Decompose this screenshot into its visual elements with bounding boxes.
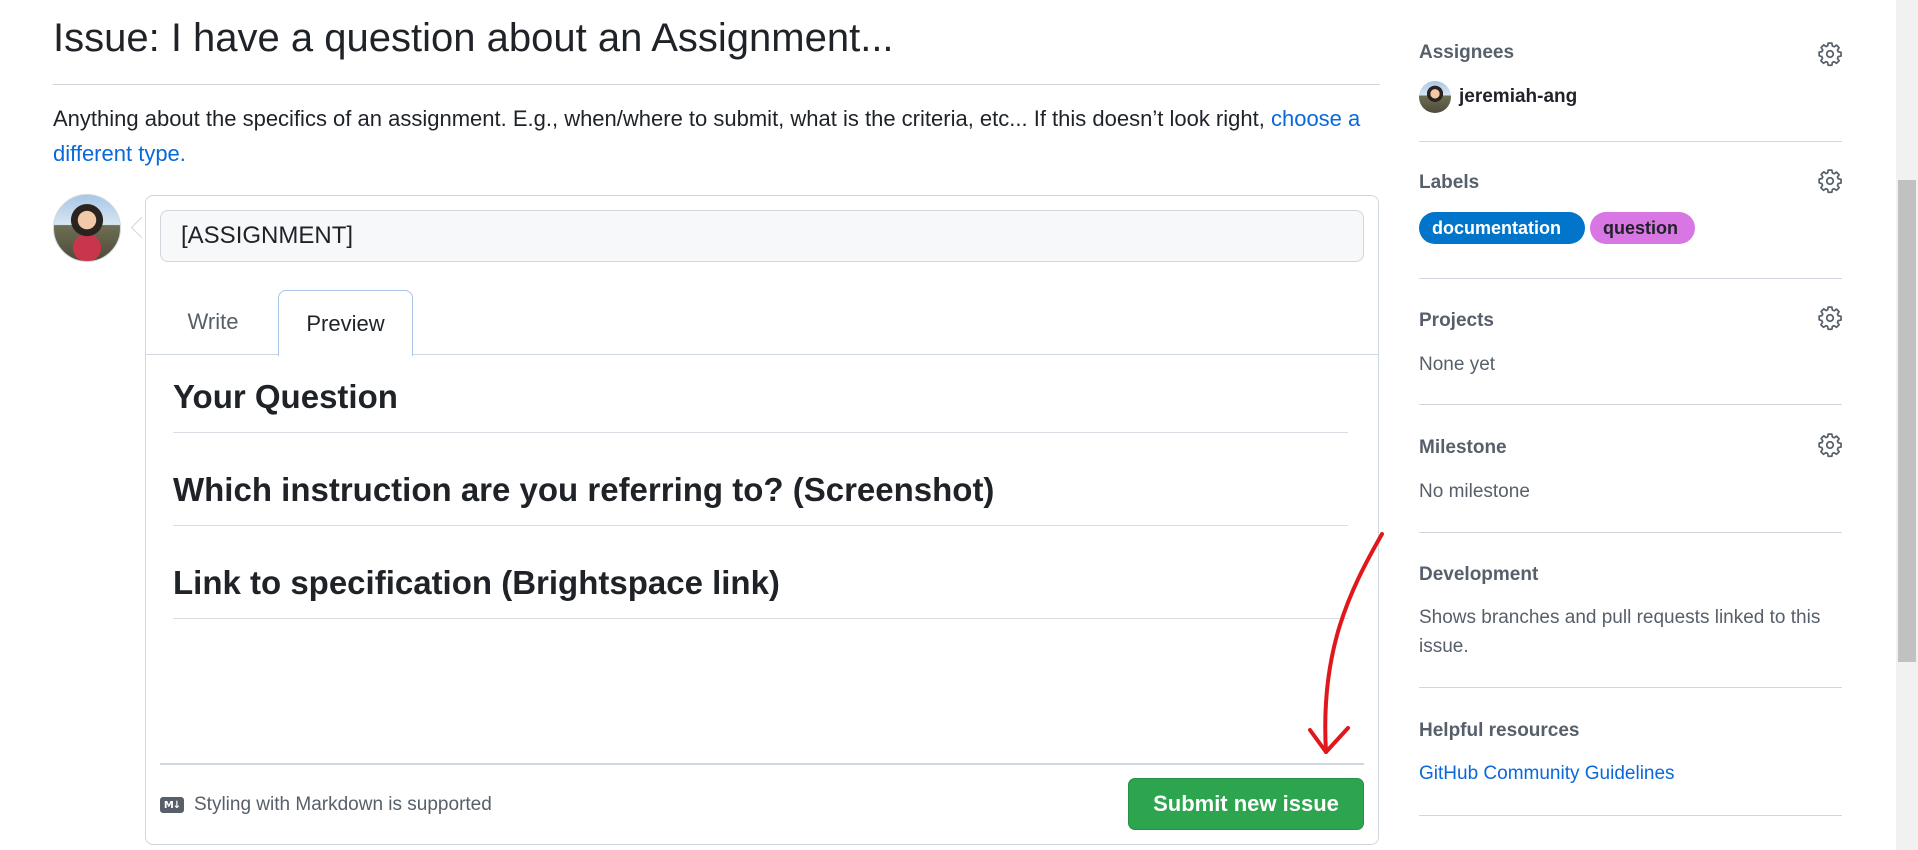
preview-heading: Your Question [173,371,1348,433]
milestone-heading: Milestone [1419,437,1507,458]
preview-heading: Which instruction are you referring to? … [173,464,1348,526]
sidebar-divider [1419,278,1842,279]
assignee-item[interactable]: jeremiah-ang [1419,81,1577,113]
title-divider [53,84,1380,85]
projects-value: None yet [1419,354,1496,375]
gear-icon[interactable] [1817,432,1843,458]
assignees-heading: Assignees [1419,42,1515,63]
issue-composer: Write Preview Your Question Which instru… [145,195,1379,845]
scrollbar-thumb[interactable] [1898,180,1916,662]
preview-heading: Link to specification (Brightspace link) [173,557,1348,619]
issue-title-input[interactable] [160,210,1364,262]
sidebar-divider [1419,141,1842,142]
assignee-name: jeremiah-ang [1459,86,1578,107]
submit-new-issue-button[interactable]: Submit new issue [1128,778,1364,830]
composer-footer-divider [160,763,1364,765]
template-description-text: Anything about the specifics of an assig… [53,106,1265,131]
sidebar-divider [1419,687,1842,688]
projects-heading: Projects [1419,310,1494,331]
gear-icon[interactable] [1817,305,1843,331]
sidebar-divider [1419,404,1842,405]
avatar [1419,81,1451,113]
label-question[interactable]: question [1590,212,1695,244]
markdown-icon: M↓ [160,797,184,813]
tab-preview[interactable]: Preview [278,290,413,356]
issue-template-description: Anything about the specifics of an assig… [53,101,1380,171]
label-documentation[interactable]: documentation [1419,212,1585,244]
gear-icon[interactable] [1817,41,1843,67]
milestone-value: No milestone [1419,481,1530,502]
avatar [53,194,121,262]
development-heading: Development [1419,564,1539,585]
markdown-hint-text: Styling with Markdown is supported [194,794,492,815]
helpful-resources-heading: Helpful resources [1419,720,1580,741]
sidebar-divider [1419,815,1842,816]
gear-icon[interactable] [1817,168,1843,194]
markdown-preview: Your Question Which instruction are you … [173,371,1378,650]
labels-heading: Labels [1419,172,1480,193]
tab-write[interactable]: Write [168,290,258,354]
page-title: Issue: I have a question about an Assign… [53,16,894,60]
development-description: Shows branches and pull requests linked … [1419,607,1821,657]
community-guidelines-link[interactable]: GitHub Community Guidelines [1419,759,1675,788]
sidebar-divider [1419,532,1842,533]
markdown-hint: M↓ Styling with Markdown is supported [160,794,492,816]
